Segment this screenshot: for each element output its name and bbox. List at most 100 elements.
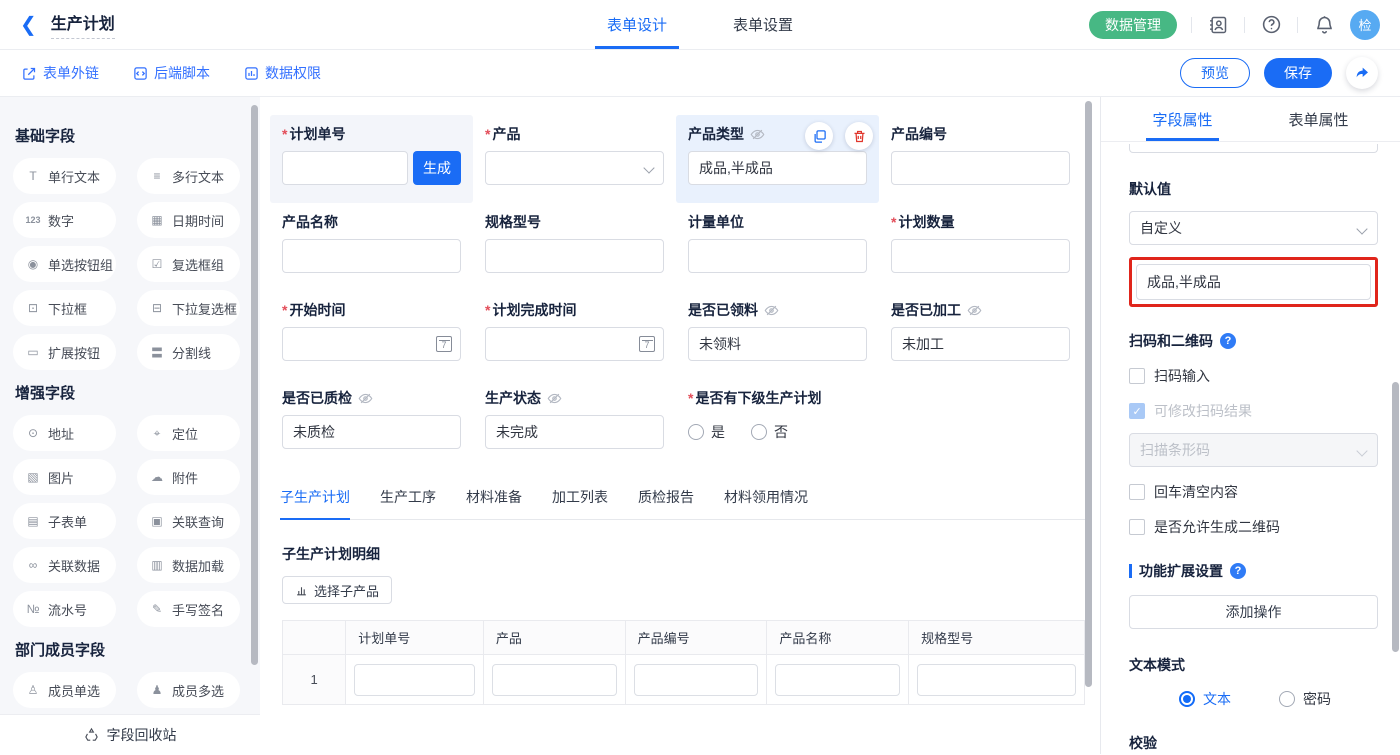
field-product-code[interactable]: 产品编号: [879, 115, 1082, 203]
tab-form-settings[interactable]: 表单设置: [733, 0, 793, 49]
field-production-status[interactable]: 生产状态: [473, 379, 676, 467]
sidebar-item-multi-dropdown[interactable]: ⊟下拉复选框: [137, 290, 240, 326]
add-operation-button[interactable]: 添加操作: [1129, 595, 1378, 629]
backend-script-link[interactable]: 后端脚本: [133, 63, 210, 83]
sidebar-item-multi-line-text[interactable]: ≡多行文本: [137, 158, 240, 194]
help-icon[interactable]: ?: [1220, 333, 1236, 349]
sidebar-item-related-query[interactable]: ▣关联查询: [137, 503, 240, 539]
sidebar-item-dropdown[interactable]: ⊡下拉框: [13, 290, 116, 326]
sidebar-item-signature[interactable]: ✎手写签名: [137, 591, 240, 627]
form-external-link[interactable]: 表单外链: [22, 63, 99, 83]
unit-input[interactable]: [688, 239, 867, 273]
tab-production-process[interactable]: 生产工序: [380, 487, 436, 519]
cell-plan-number-input[interactable]: [354, 664, 475, 696]
cell-product-input[interactable]: [492, 664, 617, 696]
user-avatar[interactable]: 检: [1350, 10, 1380, 40]
field-processed[interactable]: 是否已加工: [879, 291, 1082, 379]
field-product-name[interactable]: 产品名称: [270, 203, 473, 291]
field-has-sub-plan[interactable]: 是否有下级生产计划 是 否: [676, 379, 1082, 467]
copy-field-button[interactable]: [805, 122, 833, 150]
product-type-input[interactable]: [688, 151, 867, 185]
sidebar-item-data-load[interactable]: ▥数据加载: [137, 547, 240, 583]
sidebar-item-location[interactable]: ⌖定位: [137, 415, 240, 451]
share-button[interactable]: [1346, 57, 1378, 89]
generate-button[interactable]: 生成: [413, 151, 461, 185]
data-manage-button[interactable]: 数据管理: [1089, 11, 1177, 39]
save-button[interactable]: 保存: [1264, 58, 1332, 88]
sidebar-item-extend-button[interactable]: ▭扩展按钮: [13, 334, 116, 370]
sidebar-item-single-line-text[interactable]: T单行文本: [13, 158, 116, 194]
sidebar-item-checkbox-group[interactable]: ☑复选框组: [137, 246, 240, 282]
sidebar-item-attachment[interactable]: ☁附件: [137, 459, 240, 495]
field-start-time[interactable]: 开始时间 7: [270, 291, 473, 379]
radio-no[interactable]: 否: [751, 422, 788, 442]
field-recycle-bin[interactable]: 字段回收站: [0, 714, 260, 754]
field-material-received[interactable]: 是否已领料: [676, 291, 879, 379]
field-plan-number[interactable]: 计划单号 生成: [270, 115, 473, 203]
sidebar-item-number[interactable]: 123数字: [13, 202, 116, 238]
field-product[interactable]: 产品: [473, 115, 676, 203]
page-title[interactable]: 生产计划: [51, 10, 115, 39]
cell-spec-model-input[interactable]: [917, 664, 1076, 696]
tab-field-properties[interactable]: 字段属性: [1152, 97, 1212, 141]
tab-form-properties[interactable]: 表单属性: [1289, 97, 1349, 141]
cell-product-name-input[interactable]: [775, 664, 900, 696]
tab-quality-report[interactable]: 质检报告: [638, 487, 694, 519]
sidebar-item-datetime[interactable]: ▦日期时间: [137, 202, 240, 238]
sidebar-item-subform[interactable]: ▤子表单: [13, 503, 116, 539]
sidebar-item-serial-number[interactable]: №流水号: [13, 591, 116, 627]
start-time-input[interactable]: [282, 327, 461, 361]
sidebar-scrollbar[interactable]: [251, 105, 258, 665]
delete-field-button[interactable]: [845, 122, 873, 150]
sidebar-item-member-single[interactable]: ♙成员单选: [13, 672, 116, 708]
field-product-type[interactable]: 产品类型: [676, 115, 879, 203]
select-sub-product-button[interactable]: 选择子产品: [282, 576, 392, 604]
field-quality-checked[interactable]: 是否已质检: [270, 379, 473, 467]
panel-scrollbar[interactable]: [1392, 382, 1399, 652]
sidebar-item-divider-line[interactable]: 〓分割线: [137, 334, 240, 370]
tab-material-preparation[interactable]: 材料准备: [466, 487, 522, 519]
cell-product-code-input[interactable]: [634, 664, 759, 696]
sidebar-item-image[interactable]: ▧图片: [13, 459, 116, 495]
notification-bell-icon[interactable]: [1312, 13, 1336, 37]
canvas-scrollbar[interactable]: [1085, 101, 1092, 687]
checkbox-enter-clear[interactable]: 回车清空内容: [1129, 482, 1378, 502]
radio-text-mode-password[interactable]: 密码: [1279, 689, 1331, 709]
tab-sub-production-plan[interactable]: 子生产计划: [280, 487, 350, 519]
field-unit[interactable]: 计量单位: [676, 203, 879, 291]
sidebar-item-address[interactable]: ⊙地址: [13, 415, 116, 451]
sidebar-item-related-data[interactable]: ∞关联数据: [13, 547, 116, 583]
checkbox-allow-qrcode[interactable]: 是否允许生成二维码: [1129, 517, 1378, 537]
product-name-input[interactable]: [282, 239, 461, 273]
field-spec-model[interactable]: 规格型号: [473, 203, 676, 291]
default-value-input[interactable]: [1136, 264, 1371, 300]
radio-yes[interactable]: 是: [688, 422, 725, 442]
tab-material-usage[interactable]: 材料领用情况: [724, 487, 808, 519]
tab-processing-list[interactable]: 加工列表: [552, 487, 608, 519]
help-icon[interactable]: [1259, 13, 1283, 37]
plan-quantity-input[interactable]: [891, 239, 1070, 273]
product-select[interactable]: [485, 151, 664, 185]
tab-form-design[interactable]: 表单设计: [607, 0, 667, 49]
back-icon[interactable]: ❮: [20, 15, 37, 35]
processed-input[interactable]: [891, 327, 1070, 361]
product-code-input[interactable]: [891, 151, 1070, 185]
plan-number-input[interactable]: [282, 151, 408, 185]
data-permission-link[interactable]: 数据权限: [244, 63, 321, 83]
table-row: 1: [283, 655, 1085, 705]
field-plan-finish-time[interactable]: 计划完成时间 7: [473, 291, 676, 379]
production-status-input[interactable]: [485, 415, 664, 449]
field-plan-quantity[interactable]: 计划数量: [879, 203, 1082, 291]
quality-checked-input[interactable]: [282, 415, 461, 449]
material-received-input[interactable]: [688, 327, 867, 361]
preview-button[interactable]: 预览: [1180, 58, 1250, 88]
sidebar-item-radio-group[interactable]: ◉单选按钮组: [13, 246, 116, 282]
help-icon[interactable]: ?: [1230, 563, 1246, 579]
checkbox-scan-input[interactable]: 扫码输入: [1129, 366, 1378, 386]
sidebar-item-member-multi[interactable]: ♟成员多选: [137, 672, 240, 708]
spec-model-input[interactable]: [485, 239, 664, 273]
contacts-book-icon[interactable]: [1206, 13, 1230, 37]
radio-text-mode-text[interactable]: 文本: [1179, 689, 1231, 709]
default-value-type-select[interactable]: 自定义: [1129, 211, 1378, 245]
finish-time-input[interactable]: [485, 327, 664, 361]
